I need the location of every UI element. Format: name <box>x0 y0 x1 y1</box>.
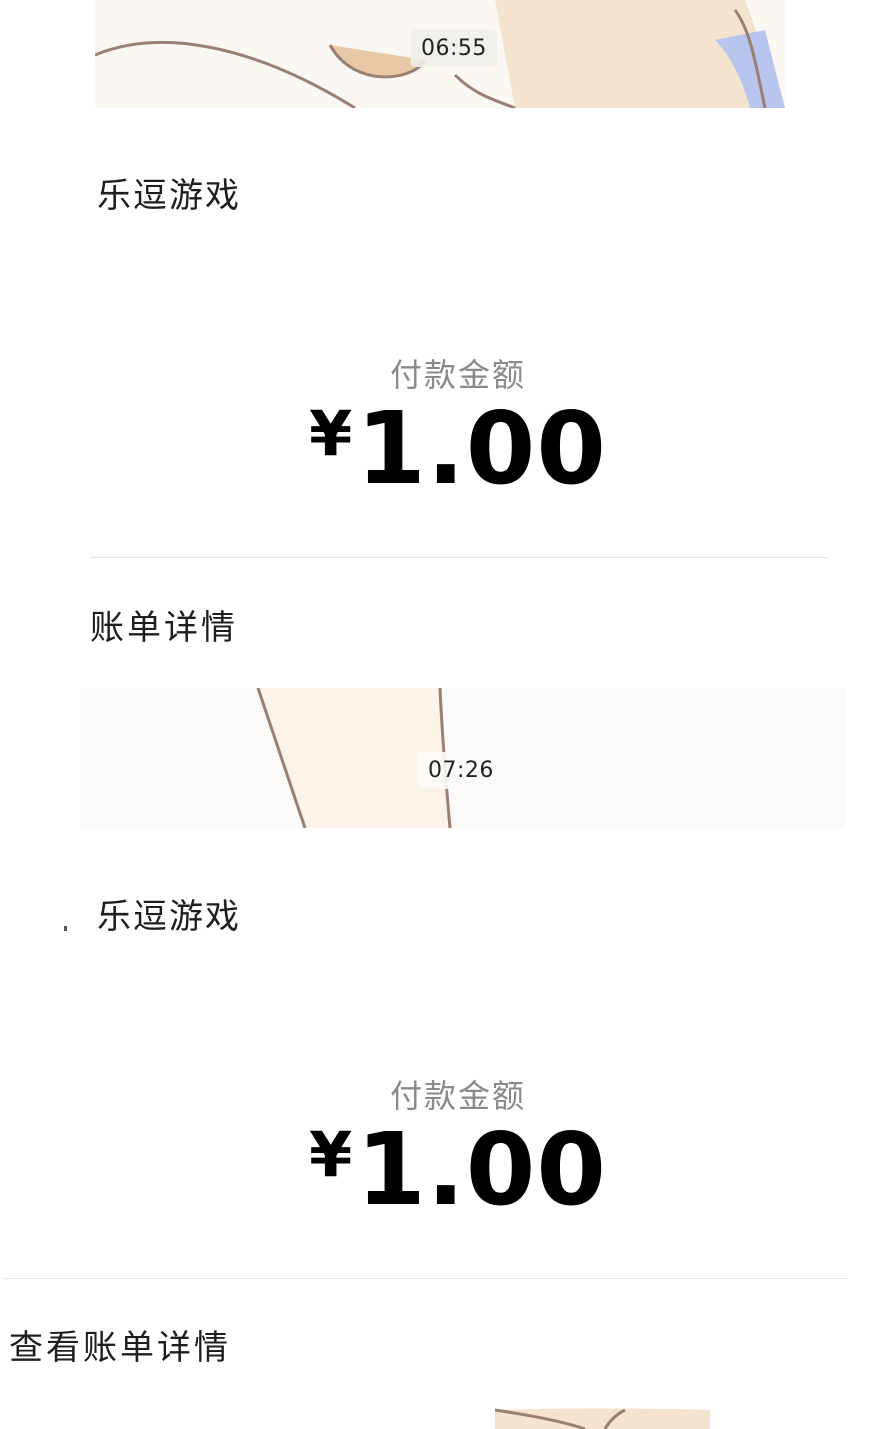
payment-amount: ¥1.00 <box>0 390 884 507</box>
merchant-name: 乐逗游戏 <box>97 176 241 216</box>
amount-value: 1.00 <box>356 390 607 507</box>
currency-symbol: ¥ <box>309 397 353 470</box>
card-divider <box>90 557 828 558</box>
view-bill-details-link[interactable]: 查看账单详情 <box>9 1320 231 1369</box>
message-timestamp: 07:26 <box>418 752 504 789</box>
message-timestamp: 06:55 <box>411 30 497 67</box>
bill-details-link[interactable]: 账单详情 <box>90 600 238 649</box>
payment-amount: ¥1.00 <box>0 1111 884 1228</box>
card-divider <box>3 1278 847 1279</box>
wallpaper-illustration-bottom <box>495 1408 710 1429</box>
decorative-dot <box>64 926 67 931</box>
amount-value: 1.00 <box>356 1111 607 1228</box>
currency-symbol: ¥ <box>309 1118 353 1191</box>
merchant-name: 乐逗游戏 <box>97 897 241 937</box>
